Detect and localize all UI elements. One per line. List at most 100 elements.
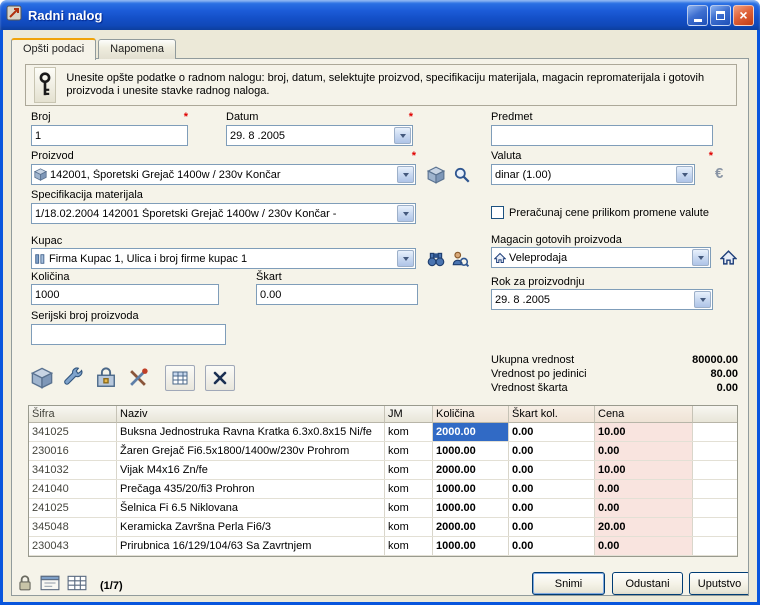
table-cell[interactable]: 1000.00 (433, 499, 509, 517)
table-cell[interactable]: 0.00 (509, 442, 595, 460)
chevron-down-icon[interactable] (692, 249, 709, 266)
table-cell[interactable]: kom (385, 480, 433, 498)
table-cell[interactable]: kom (385, 537, 433, 555)
search-icon (453, 166, 471, 184)
table-cell[interactable]: 0.00 (509, 423, 595, 441)
column-header-naziv[interactable]: Naziv (117, 406, 385, 423)
table-cell[interactable]: 0.00 (595, 480, 693, 498)
delete-row-button[interactable] (205, 365, 235, 391)
column-header-filler (693, 406, 737, 423)
table-cell[interactable]: kom (385, 499, 433, 517)
table-cell[interactable]: Prečaga 435/20/fi3 Prohron (117, 480, 385, 498)
table-cell[interactable]: 0.00 (509, 499, 595, 517)
specifikacija-combobox[interactable]: 1/18.02.2004 142001 Šporetski Grejač 140… (31, 203, 416, 224)
proizvod-package-button[interactable] (425, 164, 447, 185)
table-cell[interactable]: Keramicka Završna Perla Fi6/3 (117, 518, 385, 536)
table-cell[interactable]: Buksna Jednostruka Ravna Kratka 6.3x0.8x… (117, 423, 385, 441)
column-header-sifra[interactable]: Šifra (29, 406, 117, 423)
table-cell[interactable]: Žaren Grejač Fi6.5x1800/1400w/230v Prohr… (117, 442, 385, 460)
broj-input[interactable] (31, 125, 188, 146)
table-cell[interactable]: kom (385, 461, 433, 479)
table-cell[interactable]: 230043 (29, 537, 117, 555)
table-cell[interactable]: Šelnica Fi 6.5 Niklovana (117, 499, 385, 517)
chevron-down-icon[interactable] (676, 166, 693, 183)
skart-input[interactable] (256, 284, 418, 305)
kupac-combobox[interactable]: Firma Kupac 1, Ulica i broj firme kupac … (31, 248, 416, 269)
tab-napomena[interactable]: Napomena (98, 39, 176, 59)
table-cell[interactable]: 341025 (29, 423, 117, 441)
table-row[interactable]: 230043Prirubnica 16/129/104/63 Sa Zavrtn… (29, 537, 737, 556)
column-header-kolicina[interactable]: Količina (433, 406, 509, 423)
table-view-button[interactable] (165, 365, 195, 391)
toolbox-button[interactable] (95, 368, 117, 389)
chevron-down-icon[interactable] (397, 250, 414, 267)
table-cell[interactable]: 0.00 (509, 518, 595, 536)
help-button[interactable]: Uputstvo (689, 572, 749, 595)
recalc-checkbox[interactable] (491, 206, 504, 219)
table-row[interactable]: 345048Keramicka Završna Perla Fi6/3kom20… (29, 518, 737, 537)
table-cell[interactable]: 1000.00 (433, 480, 509, 498)
table-cell[interactable]: 10.00 (595, 461, 693, 479)
table-row[interactable]: 341032Vijak M4x16 Zn/fekom2000.000.0010.… (29, 461, 737, 480)
chevron-down-icon[interactable] (394, 127, 411, 144)
table-cell[interactable]: 0.00 (595, 499, 693, 517)
table-cell[interactable]: 0.00 (595, 537, 693, 555)
table-row[interactable]: 241040Prečaga 435/20/fi3 Prohronkom1000.… (29, 480, 737, 499)
column-header-skart-kol[interactable]: Škart kol. (509, 406, 595, 423)
kupac-search-button[interactable] (449, 248, 471, 269)
table-cell[interactable]: 0.00 (509, 480, 595, 498)
column-header-cena[interactable]: Cena (595, 406, 693, 423)
table-cell[interactable]: 2000.00 (433, 461, 509, 479)
tools-button[interactable] (127, 368, 149, 389)
table-cell[interactable]: 241025 (29, 499, 117, 517)
kupac-binoculars-button[interactable] (425, 248, 447, 269)
table-cell[interactable]: 0.00 (509, 537, 595, 555)
proizvod-combobox[interactable]: 142001, Šporetski Grejač 1400w / 230v Ko… (31, 164, 416, 185)
table-cell[interactable]: 20.00 (595, 518, 693, 536)
table-cell[interactable]: Prirubnica 16/129/104/63 Sa Zavrtnjem (117, 537, 385, 555)
table-cell[interactable]: 2000.00 (433, 423, 509, 441)
table-row[interactable]: 241025Šelnica Fi 6.5 Niklovanakom1000.00… (29, 499, 737, 518)
table-row[interactable]: 341025Buksna Jednostruka Ravna Kratka 6.… (29, 423, 737, 442)
chevron-down-icon[interactable] (397, 205, 414, 222)
rok-combobox[interactable]: 29. 8 .2005 (491, 289, 713, 310)
save-button[interactable]: Snimi (532, 572, 605, 595)
valuta-combobox[interactable]: dinar (1.00) (491, 164, 695, 185)
wrench-button[interactable] (63, 368, 85, 389)
table-cell[interactable]: 241040 (29, 480, 117, 498)
table-cell[interactable]: Vijak M4x16 Zn/fe (117, 461, 385, 479)
table-cell[interactable]: 341032 (29, 461, 117, 479)
close-button[interactable]: × (733, 5, 754, 26)
table-cell[interactable]: kom (385, 423, 433, 441)
cancel-button[interactable]: Odustani (612, 572, 683, 595)
tab-opsti-podaci[interactable]: Opšti podaci (11, 38, 96, 60)
table-cell[interactable]: 1000.00 (433, 537, 509, 555)
proizvod-search-button[interactable] (451, 164, 473, 185)
table-cell[interactable]: kom (385, 518, 433, 536)
datum-combobox[interactable]: 29. 8 .2005 (226, 125, 413, 146)
column-header-jm[interactable]: JM (385, 406, 433, 423)
titlebar[interactable]: Radni nalog × (0, 0, 760, 30)
table-cell[interactable]: 10.00 (595, 423, 693, 441)
predmet-input[interactable] (491, 125, 713, 146)
chevron-down-icon[interactable] (694, 291, 711, 308)
table-cell[interactable]: 2000.00 (433, 518, 509, 536)
grid-view-button[interactable] (67, 575, 87, 596)
maximize-button[interactable] (710, 5, 731, 26)
table-cell[interactable]: 230016 (29, 442, 117, 460)
minimize-button[interactable] (687, 5, 708, 26)
table-cell[interactable]: 0.00 (595, 442, 693, 460)
kolicina-input[interactable] (31, 284, 219, 305)
magacin-combobox[interactable]: Veleprodaja (491, 247, 711, 268)
table-cell[interactable]: 0.00 (509, 461, 595, 479)
serijski-input[interactable] (31, 324, 226, 345)
table-row[interactable]: 230016Žaren Grejač Fi6.5x1800/1400w/230v… (29, 442, 737, 461)
chevron-down-icon[interactable] (397, 166, 414, 183)
table-cell[interactable]: 1000.00 (433, 442, 509, 460)
magacin-home-button[interactable] (717, 247, 739, 268)
table-cell[interactable]: kom (385, 442, 433, 460)
table-cell[interactable]: 345048 (29, 518, 117, 536)
card-view-button[interactable] (40, 575, 60, 596)
lock-button[interactable] (17, 574, 33, 596)
package-button[interactable] (31, 368, 53, 389)
